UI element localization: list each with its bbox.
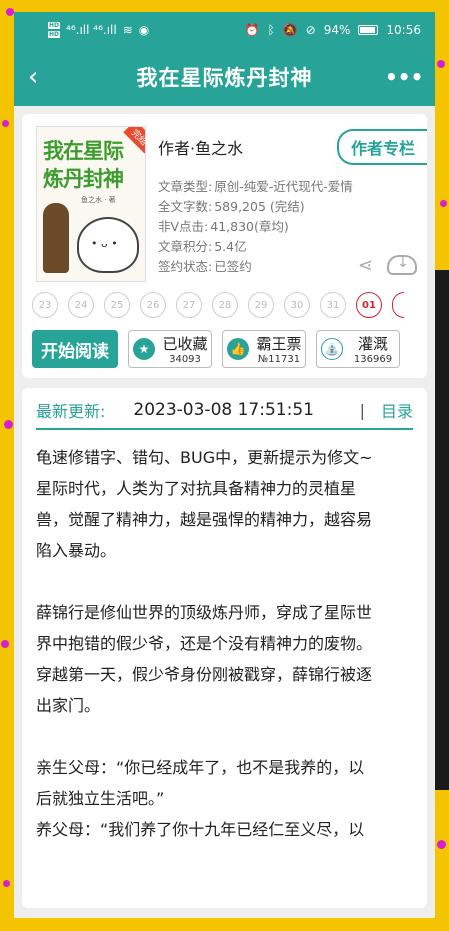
synopsis-line: 龟速修错字、错句、BUG中，更新提示为修文~ bbox=[36, 448, 373, 467]
wifi-icon: ≋ bbox=[122, 23, 133, 37]
decor-dot bbox=[6, 8, 14, 16]
date-badges: 23 24 25 26 27 28 29 30 31 01 bbox=[32, 292, 417, 318]
bun-illustration bbox=[77, 217, 139, 273]
synopsis-spacer bbox=[36, 566, 413, 597]
synopsis-card: 最新更新: 2023-03-08 17:51:51 | 目录 龟速修错字、错句、… bbox=[22, 388, 427, 908]
signal-icon: ⁴⁶.ıll ⁴⁶.ıll bbox=[66, 23, 117, 37]
water-button[interactable]: ⛲ 灌溉 136969 bbox=[316, 330, 400, 368]
completed-stamp: 完结 bbox=[123, 127, 145, 154]
synopsis-line: 亲生父母：“你已经成年了，也不是我养的，以 bbox=[36, 758, 365, 777]
date-badge[interactable]: 30 bbox=[284, 292, 310, 318]
book-synopsis: 龟速修错字、错句、BUG中，更新提示为修文~ 星际时代，人类为了对抗具备精神力的… bbox=[36, 442, 413, 845]
decor-dot bbox=[2, 120, 9, 127]
sim-indicator: HD HD bbox=[48, 22, 61, 38]
date-badge[interactable]: 28 bbox=[212, 292, 238, 318]
collect-button[interactable]: ★ 已收藏 34093 bbox=[128, 330, 212, 368]
chess-piece-illustration bbox=[43, 203, 69, 273]
date-badge-partial[interactable] bbox=[392, 292, 404, 318]
latest-update-label: 最新更新: bbox=[36, 402, 106, 421]
page-title: 我在星际炼丹封神 bbox=[136, 66, 313, 90]
synopsis-line: 养父母：“我们养了你十九年已经仁至义尽，以 bbox=[36, 820, 365, 839]
synopsis-line: 星际时代，人类为了对抗具备精神力的灵植星 bbox=[36, 479, 357, 498]
background-strip bbox=[435, 270, 449, 790]
more-icon[interactable]: ••• bbox=[385, 65, 423, 89]
bluetooth-icon: ᛒ bbox=[267, 23, 275, 37]
date-badge[interactable]: 24 bbox=[68, 292, 94, 318]
status-bar: HD HD ⁴⁶.ıll ⁴⁶.ıll ≋ ◉ ⏰ ᛒ 🔕 ⊘ 94% 10:5… bbox=[14, 12, 435, 48]
thumbs-up-icon: 👍 bbox=[227, 338, 249, 360]
decor-dot bbox=[1, 640, 9, 648]
eye-icon: ◉ bbox=[138, 23, 150, 37]
cover-author: 鱼之水 · 著 bbox=[81, 196, 116, 204]
decor-dot bbox=[4, 420, 13, 429]
battery-icon bbox=[358, 25, 379, 35]
clock: 10:56 bbox=[386, 23, 421, 37]
back-icon[interactable]: ‹ bbox=[28, 62, 64, 92]
mute-icon: 🔕 bbox=[282, 23, 298, 37]
decor-dot bbox=[437, 60, 445, 68]
decor-dot bbox=[3, 880, 10, 887]
synopsis-line: 出家门。 bbox=[36, 696, 101, 715]
book-cover[interactable]: 我在星际 炼丹封神 完结 鱼之水 · 著 bbox=[36, 126, 146, 282]
ticket-button[interactable]: 👍 霸王票 №11731 bbox=[222, 330, 306, 368]
star-icon: ★ bbox=[133, 338, 155, 360]
synopsis-line: 穿越第一天，假少爷身份刚被戳穿，薛锦行被逐 bbox=[36, 665, 373, 684]
author-column-button[interactable]: 作者专栏 bbox=[336, 129, 427, 165]
date-badge[interactable]: 26 bbox=[140, 292, 166, 318]
app-bar: ‹ 我在星际炼丹封神 ••• bbox=[14, 48, 435, 106]
date-badge[interactable]: 25 bbox=[104, 292, 130, 318]
catalog-link[interactable]: 目录 bbox=[381, 398, 413, 422]
date-badge[interactable]: 23 bbox=[32, 292, 58, 318]
date-badge[interactable]: 27 bbox=[176, 292, 202, 318]
book-info-card: 我在星际 炼丹封神 完结 鱼之水 · 著 作者·鱼之水 作者专栏 文章类型:原创… bbox=[22, 114, 427, 378]
phone-screen: HD HD ⁴⁶.ıll ⁴⁶.ıll ≋ ◉ ⏰ ᛒ 🔕 ⊘ 94% 10:5… bbox=[14, 12, 435, 918]
date-badge-active[interactable]: 01 bbox=[356, 292, 382, 318]
share-icon[interactable]: ⋖ bbox=[358, 255, 373, 276]
battery-percent: 94% bbox=[323, 23, 351, 37]
nfc-icon: ⊘ bbox=[305, 23, 316, 37]
synopsis-spacer bbox=[36, 721, 413, 752]
cover-title-line1: 我在星际 bbox=[43, 138, 124, 163]
start-reading-button[interactable]: 开始阅读 bbox=[32, 330, 118, 368]
latest-update-bar: 最新更新: 2023-03-08 17:51:51 | 目录 bbox=[36, 398, 413, 430]
download-icon[interactable] bbox=[387, 255, 417, 275]
alarm-icon: ⏰ bbox=[244, 23, 260, 37]
synopsis-line: 界中抱错的假少爷，还是个没有精神力的废物。 bbox=[36, 634, 373, 653]
synopsis-line: 薛锦行是修仙世界的顶级炼丹师，穿成了星际世 bbox=[36, 603, 373, 622]
decor-dot bbox=[440, 200, 447, 207]
synopsis-line: 兽，觉醒了精神力，越是强悍的精神力，越容易 bbox=[36, 510, 373, 529]
author-name[interactable]: 作者·鱼之水 bbox=[158, 135, 243, 159]
synopsis-line: 陷入暴动。 bbox=[36, 541, 117, 560]
date-badge[interactable]: 31 bbox=[320, 292, 346, 318]
cover-title-line2: 炼丹封神 bbox=[43, 166, 124, 191]
decor-dot bbox=[437, 840, 446, 849]
synopsis-line: 后就独立生活吧。” bbox=[36, 789, 165, 808]
watering-can-icon: ⛲ bbox=[321, 338, 343, 360]
date-badge[interactable]: 29 bbox=[248, 292, 274, 318]
action-row: 开始阅读 ★ 已收藏 34093 👍 霸王票 №11731 ⛲ 灌溉 13696… bbox=[32, 330, 417, 368]
latest-update-time[interactable]: 2023-03-08 17:51:51 bbox=[133, 400, 314, 420]
